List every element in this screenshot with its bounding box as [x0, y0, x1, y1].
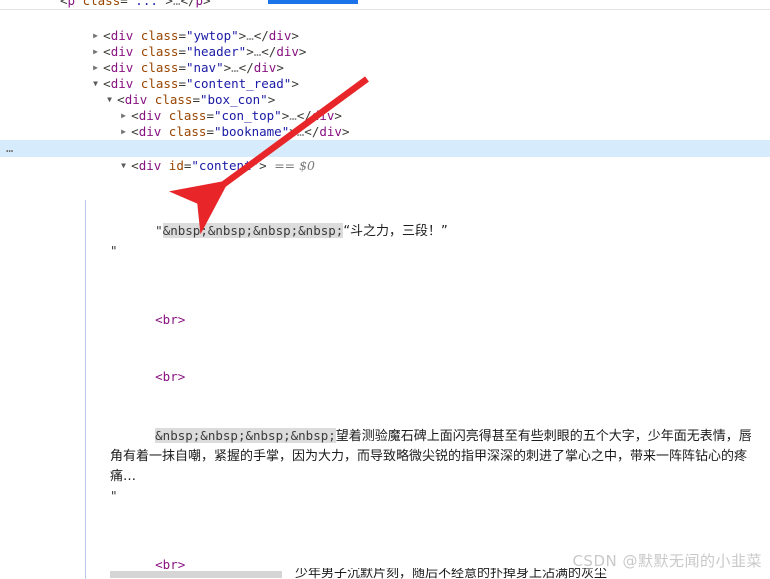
tree-row-box-con[interactable]: ▼ <div class="box_con">	[0, 76, 770, 107]
tree-row-content-read[interactable]: ▼ <div class="content_read">	[0, 60, 770, 91]
text-node[interactable]: "&nbsp;&nbsp;&nbsp;&nbsp;“斗之力，三段！” "	[0, 202, 770, 279]
tag-close-bracket: >	[259, 158, 267, 173]
nbsp-entity: &nbsp;&nbsp;&nbsp;&nbsp;	[155, 428, 336, 443]
disclosure-triangle-expanded-icon[interactable]: ▼	[121, 157, 131, 174]
text-node-close-quote: "	[110, 488, 118, 503]
tree-row-nav[interactable]: ▶ <div class="nav">…</div>	[0, 44, 770, 75]
csdn-watermark: CSDN @默默无闻的小韭菜	[572, 552, 762, 570]
devtools-elements-panel: <p class="...">…</p> ▶ <div class="ywtop"…	[0, 0, 770, 579]
element-node-br[interactable]: <br>	[0, 291, 770, 348]
nbsp-entity: &nbsp;&nbsp;&nbsp;&nbsp;	[162, 223, 344, 238]
tree-row-ywtop[interactable]: ▶ <div class="ywtop">…</div>	[0, 12, 770, 43]
nbsp-entity-clipped	[110, 571, 282, 578]
more-options-icon[interactable]: …	[6, 140, 28, 157]
selection-chip	[268, 0, 358, 4]
tree-row-bookname[interactable]: ▶ <div class="bookname">…</div>	[0, 108, 770, 139]
element-tree: ▶ <div class="ywtop">…</div> ▶ <div class=…	[0, 12, 770, 173]
clipped-row-text: <p class="...">…</p>	[60, 0, 211, 8]
tree-row-clipped-top[interactable]: <p class="...">…</p>	[0, 0, 770, 10]
br-tag: <br>	[155, 312, 186, 327]
tree-row-content-selected[interactable]: … ▼ <div id="content"> == $0	[0, 140, 770, 173]
content-children: "&nbsp;&nbsp;&nbsp;&nbsp;“斗之力，三段！” " <br>…	[0, 202, 770, 579]
panel-divider	[0, 9, 770, 10]
text-node-close-quote: "	[110, 243, 118, 258]
text-node-open-quote: "	[155, 223, 163, 238]
element-node-br[interactable]: <br>	[0, 348, 770, 405]
selected-node-badge: == $0	[274, 158, 316, 173]
text-node[interactable]: &nbsp;&nbsp;&nbsp;&nbsp;望着测验魔石碑上面闪亮得甚至有些…	[0, 407, 770, 524]
tree-row-header[interactable]: ▶ <div class="header">…</div>	[0, 28, 770, 59]
attribute-name: id	[168, 158, 184, 173]
br-tag: <br>	[155, 369, 186, 384]
tree-row-table[interactable]: ▶<table style="width:100%; text-align:ce…	[0, 124, 770, 155]
tag-open-bracket: <	[131, 158, 139, 173]
tag-name: div	[138, 158, 162, 173]
tree-row-con-top[interactable]: ▶ <div class="con_top">…</div>	[0, 92, 770, 123]
text-node-cjk: “斗之力，三段！”	[343, 224, 448, 239]
attribute-value: "content"	[191, 158, 260, 173]
clipped-cjk-text: 少年男子沉默片刻，随后不经意的扑掉身上沾满的灰尘	[295, 568, 608, 579]
